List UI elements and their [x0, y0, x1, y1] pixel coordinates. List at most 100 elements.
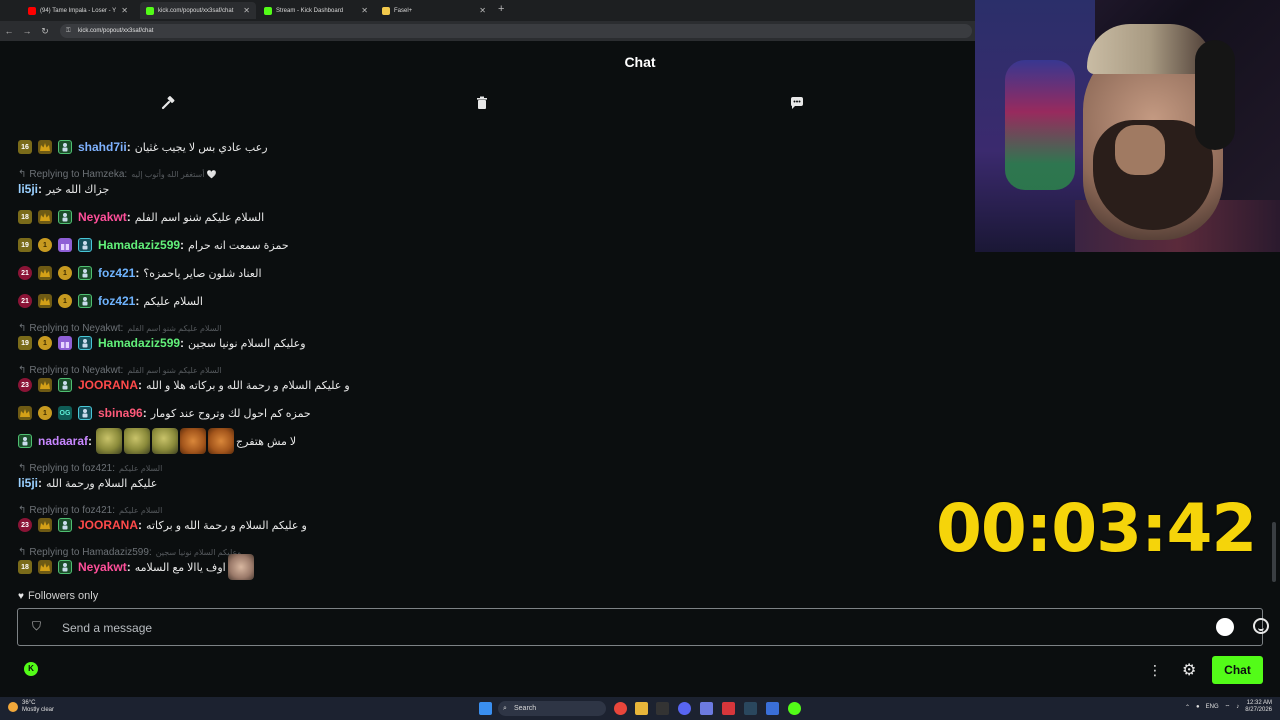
mod-badge-icon[interactable] [58, 378, 72, 392]
chat-message[interactable]: nadaaraf: لا مش هتفرج [18, 428, 296, 454]
chevron-up-icon[interactable]: ⌃ [1185, 704, 1190, 711]
chat-message[interactable]: 19 1 Hamadaziz599: حمزة سمعت انه حرام [18, 235, 289, 255]
chat-username[interactable]: Hamadaziz599 [98, 238, 180, 252]
coin-badge-icon[interactable]: 1 [58, 294, 72, 308]
tab-fasel[interactable]: Fasel+ ✕ [376, 2, 492, 19]
chat-message[interactable]: li5ji: عليكم السلام ورحمة الله [18, 473, 157, 493]
discord-icon[interactable] [678, 702, 691, 715]
hammer-icon[interactable] [160, 95, 176, 111]
sub21-badge-icon[interactable]: 21 [18, 266, 32, 280]
chat-username[interactable]: nadaaraf [38, 434, 88, 448]
coin-badge-icon[interactable]: 1 [58, 266, 72, 280]
crown-badge-icon[interactable] [38, 266, 52, 280]
chat-username[interactable]: Neyakwt [78, 560, 127, 574]
chat-message[interactable]: 1 OG sbina96: حمزه كم احول لك وتروح عند كوم… [18, 403, 311, 423]
reply-bubble-icon[interactable] [1216, 618, 1234, 636]
reload-icon[interactable]: ↻ [36, 26, 54, 37]
chat-message[interactable]: 18 Neyakwt: السلام عليكم شنو اسم الفلم [18, 207, 264, 227]
kick-logo-icon[interactable]: K [24, 662, 38, 676]
mod-badge-icon[interactable] [58, 560, 72, 574]
emoji-icon[interactable] [1253, 618, 1269, 634]
back-icon[interactable]: ← [0, 26, 18, 36]
chat-username[interactable]: li5ji [18, 182, 38, 196]
chat-message[interactable]: 21 1 foz421: العناد شلون صاير ياحمزه؟ [18, 263, 262, 283]
tray-app-icon[interactable]: ● [1196, 704, 1200, 710]
emote-image[interactable] [208, 428, 235, 454]
close-icon[interactable]: ✕ [479, 6, 486, 15]
vip-badge-icon[interactable] [78, 406, 92, 420]
emote-image[interactable] [124, 428, 151, 454]
sub-badge-icon[interactable]: 19 [18, 336, 32, 350]
chat-username[interactable]: foz421 [98, 266, 135, 280]
sub21-badge-icon[interactable]: 23 [18, 378, 32, 392]
chat-message[interactable]: 23 JOORANA: و عليكم السلام و رحمة الله و ب… [18, 375, 350, 395]
new-tab-icon[interactable]: + [498, 3, 504, 15]
emote-image[interactable] [227, 554, 254, 580]
file-explorer-icon[interactable] [635, 702, 648, 715]
site-info-icon[interactable]: ⚿ [66, 24, 71, 38]
mod-badge-icon[interactable] [78, 294, 92, 308]
chat-username[interactable]: li5ji [18, 476, 38, 490]
chat-username[interactable]: JOORANA [78, 518, 138, 532]
chrome-icon[interactable] [614, 702, 627, 715]
coin-badge-icon[interactable]: 1 [38, 336, 52, 350]
crown-badge-icon[interactable] [38, 210, 52, 224]
weather-widget[interactable]: 36°C Mostly clear [8, 700, 54, 714]
send-chat-button[interactable]: Chat [1212, 656, 1263, 684]
mod-badge-icon[interactable] [58, 518, 72, 532]
forward-icon[interactable]: → [18, 26, 36, 36]
chat-username[interactable]: sbina96 [98, 406, 143, 420]
crown-badge-icon[interactable] [38, 294, 52, 308]
tab-kick-chat[interactable]: kick.com/popout/xx3saf/chat ✕ [140, 2, 256, 19]
crown-badge-icon[interactable] [18, 406, 32, 420]
url-field[interactable]: ⚿ kick.com/popout/xx3saf/chat [60, 24, 972, 38]
tab-youtube[interactable]: (94) Tame Impala - Loser - Y ✕ [22, 2, 134, 19]
app-icon[interactable] [700, 702, 713, 715]
chat-username[interactable]: Neyakwt [78, 210, 127, 224]
chat-message[interactable]: 19 1 Hamadaziz599: وعليكم السلام نونيا سجين [18, 333, 306, 353]
chat-message[interactable]: 21 1 foz421: السلام عليكم [18, 291, 203, 311]
mod-badge-icon[interactable] [78, 266, 92, 280]
gear-icon[interactable]: ⚙ [1182, 660, 1196, 680]
clock[interactable]: 12:32 AM 8/27/2026 [1245, 700, 1272, 714]
sub-badge-icon[interactable]: 18 [18, 210, 32, 224]
steam-icon[interactable] [744, 702, 757, 715]
volume-icon[interactable]: ♪ [1236, 704, 1239, 710]
sub-badge-icon[interactable]: 16 [18, 140, 32, 154]
chat-message[interactable]: 18 Neyakwt: اوف ياالا مع السلامه [18, 554, 256, 580]
emote-image[interactable] [180, 428, 207, 454]
close-icon[interactable]: ✕ [243, 6, 250, 15]
message-input[interactable] [62, 617, 1182, 639]
close-icon[interactable]: ✕ [361, 6, 368, 15]
gift-badge-icon[interactable] [58, 336, 72, 350]
chat-bubble-icon[interactable] [789, 95, 805, 111]
chat-username[interactable]: Hamadaziz599 [98, 336, 180, 350]
coin-badge-icon[interactable]: 1 [38, 238, 52, 252]
mod-badge-icon[interactable] [18, 434, 32, 448]
more-options-icon[interactable]: ⋮ [1148, 662, 1162, 679]
mod-badge-icon[interactable] [58, 140, 72, 154]
language-indicator[interactable]: ENG [1206, 704, 1219, 710]
scrollbar-thumb[interactable] [1272, 522, 1276, 582]
windows-start-icon[interactable] [479, 702, 492, 715]
vip-badge-icon[interactable] [78, 336, 92, 350]
coin-badge-icon[interactable]: 1 [38, 406, 52, 420]
vip-badge-icon[interactable] [78, 238, 92, 252]
sub21-badge-icon[interactable]: 21 [18, 294, 32, 308]
trash-icon[interactable] [474, 95, 490, 111]
chat-username[interactable]: foz421 [98, 294, 135, 308]
tab-kick-dashboard[interactable]: Stream - Kick Dashboard ✕ [258, 2, 374, 19]
crown-badge-icon[interactable] [38, 560, 52, 574]
chat-username[interactable]: JOORANA [78, 378, 138, 392]
sub21-badge-icon[interactable]: 23 [18, 518, 32, 532]
app-icon[interactable] [722, 702, 735, 715]
sub-badge-icon[interactable]: 18 [18, 560, 32, 574]
gift-badge-icon[interactable] [58, 238, 72, 252]
crown-badge-icon[interactable] [38, 378, 52, 392]
taskbar-search[interactable]: ⌕ Search [498, 701, 606, 716]
chat-username[interactable]: shahd7ii [78, 140, 127, 154]
chat-message[interactable]: li5ji: جزاك الله خير [18, 179, 109, 199]
app-icon[interactable] [656, 702, 669, 715]
sub-badge-icon[interactable]: 19 [18, 238, 32, 252]
og-badge-icon[interactable]: OG [58, 406, 72, 420]
